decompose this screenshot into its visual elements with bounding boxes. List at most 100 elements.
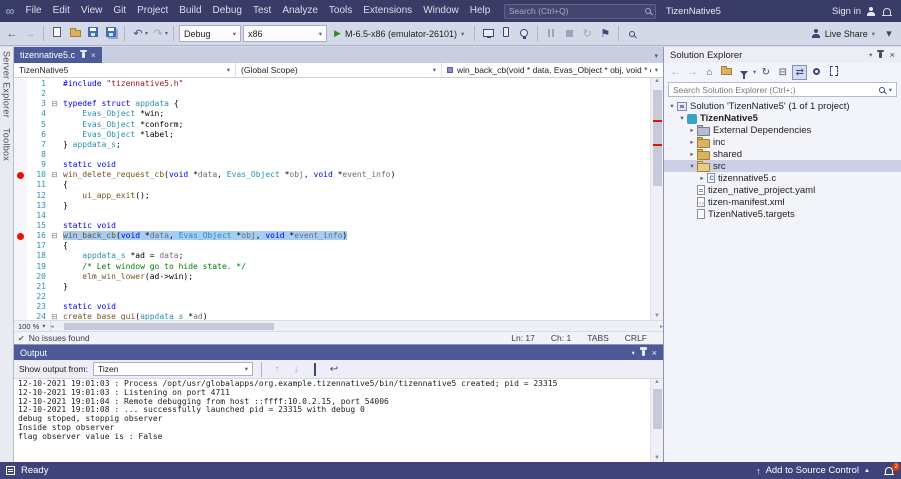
menu-build[interactable]: Build [174, 0, 207, 22]
restart-icon[interactable]: ↻ [579, 23, 595, 45]
open-file-icon[interactable] [67, 23, 83, 45]
scroll-up-icon[interactable]: ▲ [654, 78, 660, 84]
breakpoint-margin[interactable] [14, 302, 27, 312]
column-indicator[interactable]: Ch: 1 [551, 333, 571, 343]
output-source-dropdown[interactable]: Tizen ▾ [93, 362, 253, 376]
menu-git[interactable]: Git [108, 0, 132, 22]
solution-explorer-title-bar[interactable]: Solution Explorer ▾ × [664, 47, 901, 63]
code-line[interactable]: 20 elm_win_lower(ad->win); [14, 272, 650, 282]
code-line[interactable]: 7} appdata_s; [14, 140, 650, 150]
nav-scope-dropdown[interactable]: (Global Scope) ▾ [236, 63, 442, 77]
tree-item[interactable]: ▾src [664, 160, 901, 172]
code-line[interactable]: 14 [14, 211, 650, 221]
solution-explorer-search-box[interactable]: Search Solution Explorer (Ctrl+;) ▾ [668, 82, 897, 97]
breakpoint-margin[interactable] [14, 191, 27, 201]
scroll-down-icon[interactable]: ▼ [651, 455, 663, 461]
emulator-manager-icon[interactable] [480, 23, 496, 45]
solution-configurations-dropdown[interactable]: Debug ▾ [179, 25, 241, 42]
collapse-all-icon[interactable]: ⊟ [775, 67, 790, 78]
tree-collapsed-icon[interactable]: ▸ [697, 174, 707, 182]
navigate-forward-icon[interactable]: → [22, 23, 38, 45]
code-line[interactable]: 9static void [14, 160, 650, 170]
solution-platforms-dropdown[interactable]: x86 ▾ [243, 25, 327, 42]
output-vertical-scrollbar[interactable]: ▲ ▼ [650, 379, 663, 462]
tree-item[interactable]: ▸External Dependencies [664, 124, 901, 136]
tree-item[interactable]: tizen-manifest.xml [664, 196, 901, 208]
new-file-icon[interactable] [49, 23, 65, 45]
nav-back-icon[interactable]: ← [668, 67, 683, 78]
code-line[interactable]: 5 Evas_Object *conform; [14, 120, 650, 130]
fold-marker-icon[interactable]: ⊟ [49, 170, 60, 180]
output-title-bar[interactable]: Output ▾ × [14, 345, 663, 360]
pin-icon[interactable] [82, 52, 85, 58]
tab-options-icon[interactable]: ▾ [654, 52, 663, 63]
code-line[interactable]: 17{ [14, 241, 650, 251]
background-tasks-icon[interactable] [6, 466, 15, 475]
scrollbar-thumb[interactable] [653, 90, 662, 186]
scroll-down-icon[interactable]: ▼ [651, 313, 663, 319]
redo-icon[interactable]: ↷ [150, 23, 166, 45]
filter-icon[interactable] [736, 67, 751, 78]
code-line[interactable]: 16⊟win_back_cb(void *data, Evas_Object *… [14, 231, 650, 241]
menu-project[interactable]: Project [132, 0, 174, 22]
toolbox-tab[interactable]: Toolbox [2, 128, 12, 161]
code-line[interactable]: 3⊟typedef struct appdata { [14, 99, 650, 109]
caret-up-icon[interactable]: ▲ [864, 468, 870, 474]
breakpoint-icon[interactable] [17, 172, 24, 179]
tree-item[interactable]: ▸inc [664, 136, 901, 148]
sign-in-button[interactable]: Sign in [832, 6, 875, 17]
code-line[interactable]: 18 appdata_s *ad = data; [14, 251, 650, 261]
code-line[interactable]: 12 ui_app_exit(); [14, 191, 650, 201]
fold-marker-icon[interactable]: ⊟ [49, 312, 60, 320]
device-manager-icon[interactable] [498, 23, 514, 45]
tree-expanded-icon[interactable]: ▾ [687, 162, 697, 170]
live-share-button[interactable]: Live Share ▾ [812, 29, 879, 39]
line-indicator[interactable]: Ln: 17 [511, 333, 535, 343]
code-line[interactable]: 4 Evas_Object *win; [14, 109, 650, 119]
editor-vertical-scrollbar[interactable]: ▲ ▼ [650, 78, 663, 320]
eol-indicator[interactable]: CRLF [625, 333, 647, 343]
scroll-left-icon[interactable]: ◂ [51, 323, 54, 330]
certificate-manager-icon[interactable] [516, 23, 532, 45]
nav-project-dropdown[interactable]: TizenNative5 ▾ [14, 63, 236, 77]
menu-edit[interactable]: Edit [47, 0, 75, 22]
menu-view[interactable]: View [75, 0, 108, 22]
code-line[interactable]: 6 Evas_Object *label; [14, 130, 650, 140]
server-explorer-tab[interactable]: Server Explorer [2, 51, 12, 118]
window-position-icon[interactable]: ▾ [631, 349, 634, 357]
pin-icon[interactable] [879, 52, 882, 58]
breakpoint-margin[interactable] [14, 170, 27, 180]
tree-expanded-icon[interactable]: ▾ [667, 102, 677, 110]
breakpoint-margin[interactable] [14, 160, 27, 170]
close-icon[interactable]: × [652, 348, 657, 358]
fold-marker-icon[interactable]: ⊟ [49, 99, 60, 109]
breakpoint-margin[interactable] [14, 180, 27, 190]
menu-file[interactable]: File [20, 0, 47, 22]
code-line[interactable]: 13} [14, 201, 650, 211]
health-status-text[interactable]: No issues found [29, 333, 90, 343]
quick-search-box[interactable]: Search (Ctrl+Q) [504, 4, 656, 19]
add-to-source-control-button[interactable]: Add to Source Control [766, 465, 859, 476]
start-debugging-button[interactable]: ▶ M-6.5-x86 (emulator-26101) ▾ [329, 25, 469, 43]
menu-extensions[interactable]: Extensions [358, 0, 418, 22]
tree-collapsed-icon[interactable]: ▸ [687, 126, 697, 134]
break-all-icon[interactable] [543, 23, 559, 45]
code-line[interactable]: 22 [14, 292, 650, 302]
tree-collapsed-icon[interactable]: ▸ [687, 138, 697, 146]
code-line[interactable]: 19 /* Let window go to hide state. */ [14, 262, 650, 272]
code-line[interactable]: 11{ [14, 180, 650, 190]
scrollbar-thumb[interactable] [64, 323, 274, 330]
breakpoint-margin[interactable] [14, 292, 27, 302]
code-line[interactable]: 23static void [14, 302, 650, 312]
home-icon[interactable]: ⌂ [702, 67, 717, 78]
tabs-indicator[interactable]: TABS [587, 333, 609, 343]
nav-member-dropdown[interactable]: win_back_cb(void * data, Evas_Object * o… [442, 63, 663, 77]
breakpoint-margin[interactable] [14, 251, 27, 261]
code-line[interactable]: 1#include "tizennative5.h" [14, 79, 650, 89]
word-wrap-icon[interactable]: ↩ [327, 364, 341, 375]
breakpoint-margin[interactable] [14, 109, 27, 119]
code-line[interactable]: 10⊟win_delete_request_cb(void *data, Eva… [14, 170, 650, 180]
redo-dropdown-icon[interactable]: ▾ [165, 30, 168, 37]
breakpoint-margin[interactable] [14, 89, 27, 99]
scrollbar-thumb[interactable] [653, 389, 662, 429]
